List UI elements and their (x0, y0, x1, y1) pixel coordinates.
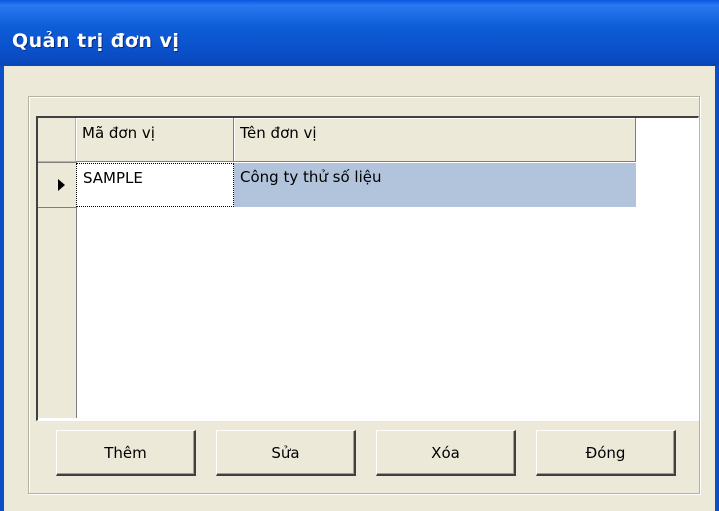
unit-management-window: Quản trị đơn vị Mã đơn vị Tên đơn vị SAM… (0, 0, 719, 511)
cell-unit-code[interactable]: SAMPLE (76, 163, 234, 207)
cell-unit-name[interactable]: Công ty thử số liệu (234, 163, 636, 207)
row-selector-header (38, 118, 76, 163)
current-row-arrow-icon (58, 179, 65, 191)
column-header-unit-code[interactable]: Mã đơn vị (76, 118, 234, 162)
title-bar[interactable]: Quản trị đơn vị (0, 0, 719, 66)
add-button[interactable]: Thêm (56, 430, 196, 476)
row-selector[interactable] (38, 163, 76, 208)
row-selector-column (38, 118, 77, 418)
unit-data-grid[interactable]: Mã đơn vị Tên đơn vị SAMPLE Công ty thử … (36, 116, 699, 421)
window-frame-left (0, 66, 4, 511)
column-header-unit-name[interactable]: Tên đơn vị (234, 118, 636, 162)
delete-button[interactable]: Xóa (376, 430, 516, 476)
edit-button[interactable]: Sửa (216, 430, 356, 476)
window-frame-right (715, 66, 719, 511)
close-button[interactable]: Đóng (536, 430, 676, 476)
window-title: Quản trị đơn vị (12, 30, 180, 52)
